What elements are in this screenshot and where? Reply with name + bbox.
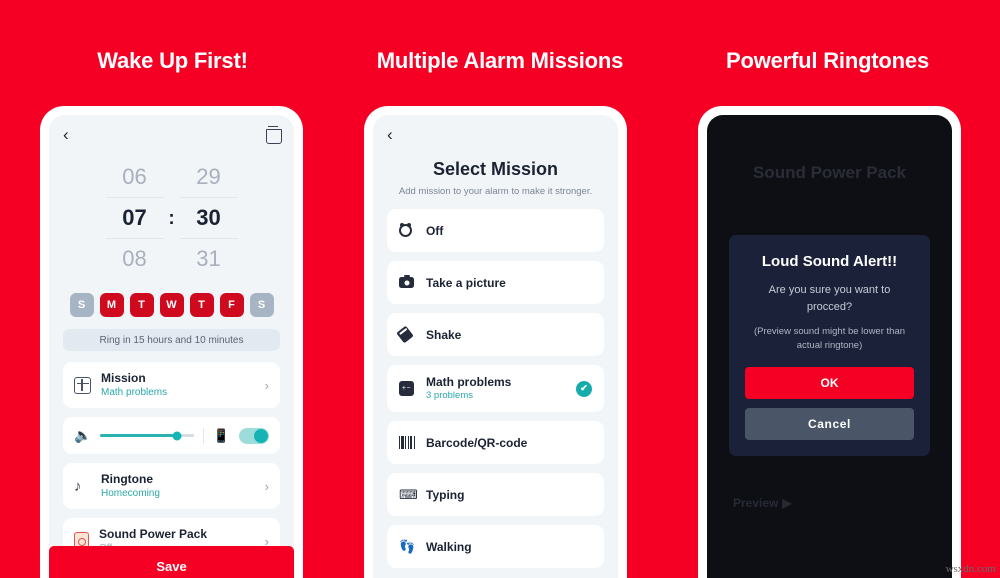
day-toggle-fri[interactable]: F	[219, 293, 244, 317]
day-toggle-wed[interactable]: W	[159, 293, 184, 317]
panel-heading-2: Multiple Alarm Missions	[376, 48, 624, 73]
day-toggle-sun[interactable]: S	[69, 293, 94, 317]
ok-button[interactable]: OK	[745, 366, 914, 399]
phone3-screen: Sound Power Pack Preview ▶ Loud Sound Al…	[707, 115, 952, 578]
camera-icon	[399, 274, 415, 288]
minute-below[interactable]: 31	[180, 239, 238, 279]
panel-heading-3: Powerful Ringtones	[726, 48, 929, 73]
screenshot-stage: Wake Up First! ‹ 06 : 29 07 : 30 08	[0, 0, 1000, 578]
loud-sound-alert-dialog: Loud Sound Alert!! Are you sure you want…	[729, 235, 930, 456]
ring-countdown-note: Ring in 15 hours and 10 minutes	[63, 329, 280, 351]
cancel-button[interactable]: Cancel	[745, 407, 914, 440]
phone-mockup-3: Sound Power Pack Preview ▶ Loud Sound Al…	[698, 106, 961, 578]
chevron-left-icon[interactable]: ‹	[387, 126, 393, 143]
time-row-above[interactable]: 06 : 29	[92, 157, 252, 198]
time-separator: :	[168, 207, 175, 229]
grid-icon	[74, 376, 91, 394]
time-picker[interactable]: 06 : 29 07 : 30 08 : 31	[49, 153, 294, 287]
phone2-screen: ‹ Select Mission Add mission to your ala…	[373, 115, 618, 578]
math-grid-icon: +−	[399, 381, 415, 396]
panel-heading-1: Wake Up First!	[97, 48, 248, 73]
phone1-topbar: ‹	[49, 115, 294, 153]
background-page-title: Sound Power Pack	[752, 163, 907, 182]
mission-item-shake[interactable]: Shake	[387, 313, 604, 356]
divider	[203, 427, 204, 444]
hour-selected[interactable]: 07	[105, 198, 164, 239]
dialog-heading: Loud Sound Alert!!	[761, 253, 898, 270]
mission-item-label: Off	[426, 223, 444, 238]
mission-item-math-problems[interactable]: +− Math problems 3 problems ✔	[387, 365, 604, 412]
minute-above[interactable]: 29	[179, 157, 238, 198]
time-row-selected[interactable]: 07 : 30	[92, 198, 252, 239]
mission-item-typing[interactable]: ⌨ Typing	[387, 473, 604, 516]
phone-mockup-1: ‹ 06 : 29 07 : 30 08 : 31	[40, 106, 303, 578]
dialog-note: (Preview sound might be lower than actua…	[753, 326, 906, 351]
page-subtitle: Add mission to your alarm to make it str…	[398, 186, 593, 197]
volume-slider[interactable]	[100, 431, 194, 440]
volume-slider-knob[interactable]	[172, 431, 182, 440]
mission-item-take-a-picture[interactable]: Take a picture	[387, 261, 604, 304]
mission-item-sub: 3 problems	[426, 389, 473, 401]
chevron-right-icon: ›	[264, 377, 269, 393]
mission-item-label: Math problems	[426, 374, 512, 389]
day-toggle-thu[interactable]: T	[189, 293, 214, 317]
keyboard-icon: ⌨	[399, 487, 418, 502]
volume-slider-fill	[100, 434, 178, 437]
phone-mockup-2: ‹ Select Mission Add mission to your ala…	[364, 106, 627, 578]
mission-header: Select Mission Add mission to your alarm…	[373, 153, 618, 199]
mission-row-title: Mission	[101, 371, 146, 385]
mission-item-label: Shake	[426, 327, 462, 342]
chevron-left-icon[interactable]: ‹	[63, 126, 69, 143]
mission-item-off[interactable]: Off	[387, 209, 604, 252]
play-icon: ▶	[782, 496, 792, 510]
mission-row[interactable]: Mission Math problems ›	[63, 362, 280, 408]
alarm-clock-icon	[399, 223, 415, 237]
hour-above[interactable]: 06	[105, 157, 164, 198]
ringtone-row-title: Ringtone	[101, 472, 153, 486]
mission-item-label: Barcode/QR-code	[426, 435, 528, 450]
check-icon: ✔	[576, 380, 592, 397]
vibration-toggle[interactable]	[239, 427, 269, 444]
day-toggle-tue[interactable]: T	[129, 293, 154, 317]
mission-row-sub: Math problems	[101, 387, 168, 398]
mission-item-barcode[interactable]: Barcode/QR-code	[387, 421, 604, 464]
phone2-topbar: ‹	[373, 115, 618, 153]
footprints-icon: 👣	[399, 539, 416, 554]
vibration-icon: 📱	[213, 428, 230, 443]
dialog-question: Are you sure you want to procced?	[768, 284, 891, 313]
phone1-screen: ‹ 06 : 29 07 : 30 08 : 31	[49, 115, 294, 578]
sound-power-pack-title: Sound Power Pack	[99, 527, 208, 541]
ringtone-row-sub: Homecoming	[101, 488, 160, 499]
mission-item-label: Typing	[426, 487, 465, 502]
trash-icon[interactable]	[266, 126, 282, 144]
preview-button[interactable]: Preview ▶	[733, 496, 792, 510]
mission-item-label: Walking	[426, 539, 472, 554]
music-note-icon: ♪	[74, 477, 82, 495]
mission-item-walking[interactable]: 👣 Walking	[387, 525, 604, 568]
barcode-icon	[399, 436, 415, 449]
shake-icon	[396, 325, 415, 344]
day-selector[interactable]: S M T W T F S	[49, 287, 294, 329]
time-row-below[interactable]: 08 : 31	[92, 239, 252, 279]
watermark: wsxdn.com	[945, 563, 996, 575]
mission-item-label: Take a picture	[426, 275, 506, 290]
day-toggle-mon[interactable]: M	[99, 293, 124, 317]
hour-below[interactable]: 08	[106, 239, 164, 279]
chevron-right-icon: ›	[264, 478, 269, 494]
day-toggle-sat[interactable]: S	[249, 293, 274, 317]
minute-selected[interactable]: 30	[179, 198, 238, 239]
page-title: Select Mission	[432, 159, 559, 179]
preview-label: Preview	[733, 496, 779, 510]
volume-row[interactable]: 🔈 📱	[63, 417, 280, 454]
save-button[interactable]: Save	[49, 546, 294, 578]
ringtone-row[interactable]: ♪ Ringtone Homecoming ›	[63, 463, 280, 509]
volume-icon[interactable]: 🔈	[74, 427, 91, 444]
